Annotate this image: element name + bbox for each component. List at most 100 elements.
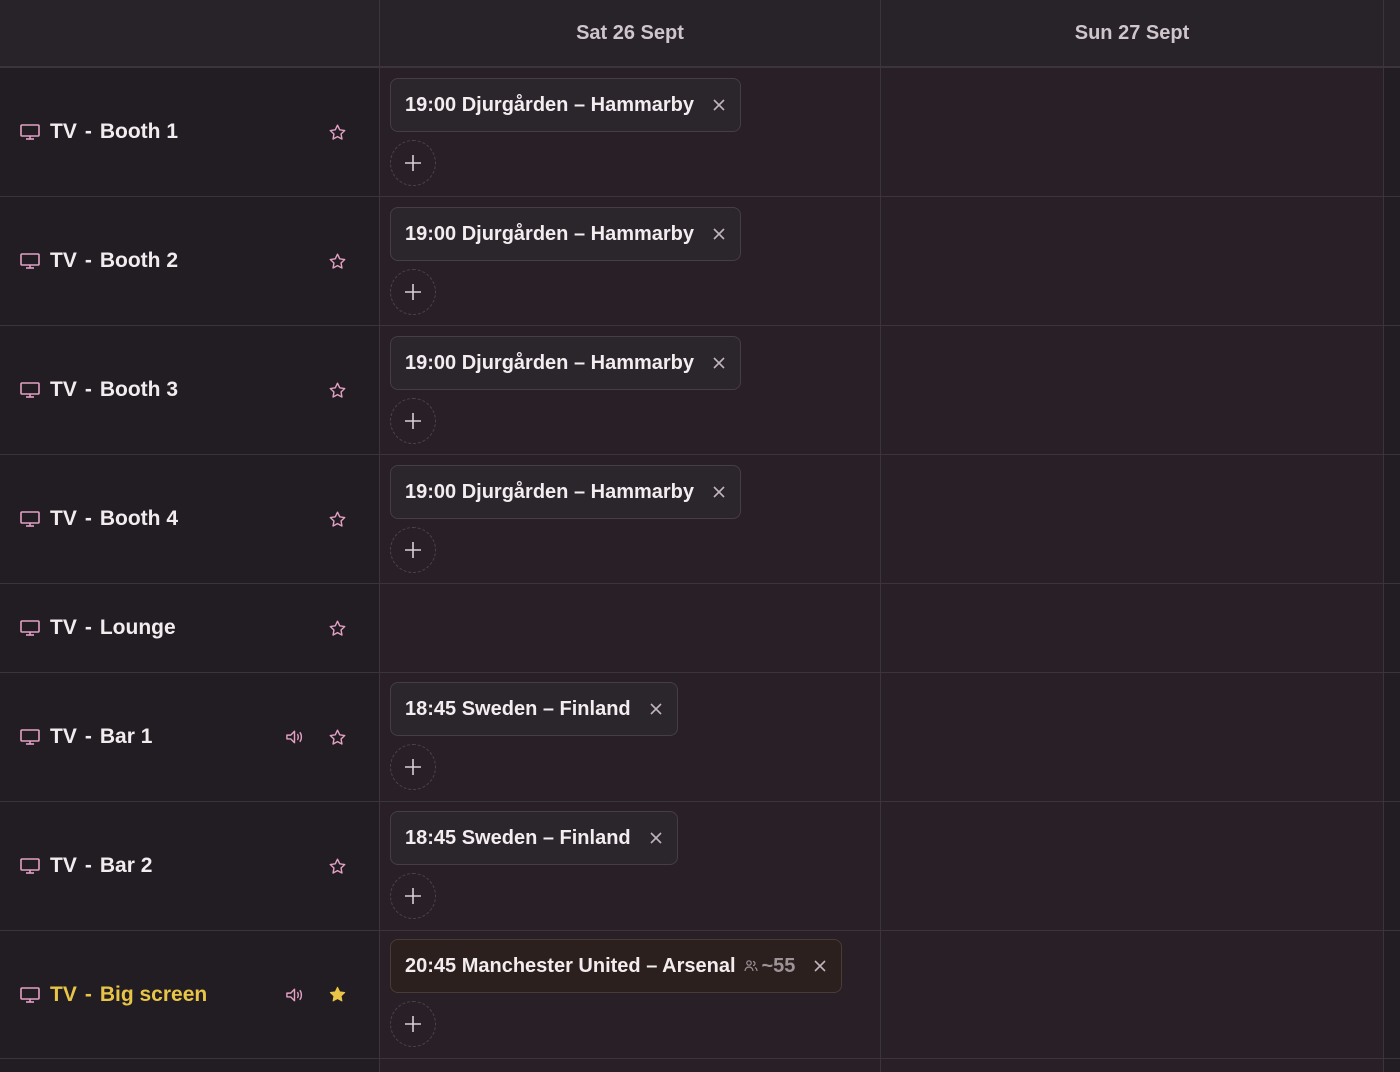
screen-name: TV - Booth 2 bbox=[50, 249, 178, 272]
screen-label-cell: TV - Booth 4 bbox=[0, 455, 380, 583]
column-divider bbox=[1383, 0, 1384, 1072]
screen-label-cell: TV - Big screen bbox=[0, 931, 380, 1058]
screen-label-cell bbox=[0, 1059, 380, 1072]
add-event-button[interactable] bbox=[390, 269, 436, 315]
screen-name: TV - Booth 4 bbox=[50, 507, 178, 530]
screen-row: TV - Lounge bbox=[0, 584, 1400, 673]
monitor-icon bbox=[20, 253, 40, 269]
header-row: Sat 26 Sept Sun 27 Sept bbox=[0, 0, 1400, 68]
star-icon[interactable] bbox=[328, 728, 347, 747]
screen-row: TV - Booth 4 19:00 Djurgården – Hammarby bbox=[0, 455, 1400, 584]
screen-label-cell: TV - Bar 2 bbox=[0, 802, 380, 930]
attendee-count: ~55 bbox=[743, 955, 795, 978]
screen-name: TV - Bar 1 bbox=[50, 725, 153, 748]
monitor-icon bbox=[20, 858, 40, 874]
star-icon[interactable] bbox=[328, 123, 347, 142]
screen-name: TV - Booth 1 bbox=[50, 120, 178, 143]
screen-row: TV - Booth 2 19:00 Djurgården – Hammarby bbox=[0, 197, 1400, 326]
screen-row: TV - Big screen 20:45 Manchester United – … bbox=[0, 931, 1400, 1059]
monitor-icon bbox=[20, 124, 40, 140]
people-icon bbox=[743, 960, 758, 972]
star-icon[interactable] bbox=[328, 985, 347, 1004]
plus-icon bbox=[405, 413, 421, 429]
event-title: 18:45 Sweden – Finland bbox=[405, 826, 631, 849]
screen-row: TV - Bar 2 18:45 Sweden – Finland bbox=[0, 802, 1400, 931]
plus-icon bbox=[405, 1016, 421, 1032]
event-chip[interactable]: 19:00 Djurgården – Hammarby bbox=[390, 78, 742, 132]
add-event-button[interactable] bbox=[390, 744, 436, 790]
speaker-icon[interactable] bbox=[285, 986, 304, 1004]
screen-label-cell: TV - Bar 1 bbox=[0, 673, 380, 801]
event-title: 19:00 Djurgården – Hammarby bbox=[405, 222, 695, 245]
screen-row: TV - Booth 1 19:00 Djurgården – Hammarby bbox=[0, 68, 1400, 197]
day-header-sun: Sun 27 Sept bbox=[1074, 21, 1190, 44]
event-chip[interactable]: 18:45 Sweden – Finland bbox=[390, 811, 678, 865]
event-chip[interactable]: 20:45 Manchester United – Arsenal ~55 bbox=[390, 939, 843, 993]
event-chip[interactable]: 18:45 Sweden – Finland bbox=[390, 682, 678, 736]
add-event-button[interactable] bbox=[390, 1001, 436, 1047]
add-event-button[interactable] bbox=[390, 140, 436, 186]
plus-icon bbox=[405, 284, 421, 300]
close-icon[interactable] bbox=[712, 98, 726, 112]
day-cell[interactable] bbox=[880, 1059, 1384, 1072]
star-icon[interactable] bbox=[328, 510, 347, 529]
star-icon[interactable] bbox=[328, 857, 347, 876]
schedule-grid: Sat 26 Sept Sun 27 Sept TV - Booth 1 19:00… bbox=[0, 0, 1400, 1072]
day-cell[interactable] bbox=[380, 584, 880, 672]
day-cell[interactable] bbox=[880, 326, 1384, 454]
monitor-icon bbox=[20, 511, 40, 527]
add-event-button[interactable] bbox=[390, 873, 436, 919]
column-divider bbox=[379, 0, 380, 1072]
add-event-button[interactable] bbox=[390, 398, 436, 444]
screen-name: TV - Big screen bbox=[50, 982, 208, 1006]
day-header-sat: Sat 26 Sept bbox=[576, 21, 684, 44]
monitor-icon bbox=[20, 729, 40, 745]
plus-icon bbox=[405, 759, 421, 775]
plus-icon bbox=[405, 888, 421, 904]
event-chip[interactable]: 19:00 Djurgården – Hammarby bbox=[390, 207, 742, 261]
event-title: 19:00 Djurgården – Hammarby bbox=[405, 351, 695, 374]
screen-row: TV - Bar 1 18:45 Sweden – Finland bbox=[0, 673, 1400, 802]
star-icon[interactable] bbox=[328, 619, 347, 638]
screen-name: TV - Booth 3 bbox=[50, 378, 178, 401]
screen-row-partial bbox=[0, 1059, 1400, 1072]
event-title: 19:00 Djurgården – Hammarby bbox=[405, 93, 695, 116]
day-cell[interactable] bbox=[880, 673, 1384, 801]
event-chip[interactable]: 19:00 Djurgården – Hammarby bbox=[390, 336, 742, 390]
day-cell[interactable] bbox=[880, 68, 1384, 196]
close-icon[interactable] bbox=[649, 831, 663, 845]
star-icon[interactable] bbox=[328, 252, 347, 271]
day-cell[interactable] bbox=[880, 455, 1384, 583]
plus-icon bbox=[405, 155, 421, 171]
day-cell[interactable] bbox=[380, 1059, 880, 1072]
screen-name: TV - Bar 2 bbox=[50, 854, 153, 877]
screen-label-cell: TV - Booth 1 bbox=[0, 68, 380, 196]
close-icon[interactable] bbox=[712, 227, 726, 241]
star-icon[interactable] bbox=[328, 381, 347, 400]
day-cell[interactable] bbox=[880, 931, 1384, 1058]
screen-name: TV - Lounge bbox=[50, 616, 176, 639]
screen-label-cell: TV - Lounge bbox=[0, 584, 380, 672]
event-chip[interactable]: 19:00 Djurgården – Hammarby bbox=[390, 465, 742, 519]
plus-icon bbox=[405, 542, 421, 558]
header-corner bbox=[0, 0, 380, 66]
day-cell[interactable] bbox=[880, 197, 1384, 325]
add-event-button[interactable] bbox=[390, 527, 436, 573]
monitor-icon bbox=[20, 382, 40, 398]
day-cell[interactable] bbox=[880, 584, 1384, 672]
column-divider bbox=[880, 0, 881, 1072]
screen-row: TV - Booth 3 19:00 Djurgården – Hammarby bbox=[0, 326, 1400, 455]
close-icon[interactable] bbox=[649, 702, 663, 716]
close-icon[interactable] bbox=[712, 356, 726, 370]
screen-label-cell: TV - Booth 2 bbox=[0, 197, 380, 325]
day-cell[interactable] bbox=[880, 802, 1384, 930]
close-icon[interactable] bbox=[813, 959, 827, 973]
event-title: 19:00 Djurgården – Hammarby bbox=[405, 480, 695, 503]
speaker-icon[interactable] bbox=[285, 728, 304, 746]
monitor-icon bbox=[20, 620, 40, 636]
event-title: 18:45 Sweden – Finland bbox=[405, 697, 631, 720]
event-title: 20:45 Manchester United – Arsenal bbox=[405, 954, 736, 977]
screen-label-cell: TV - Booth 3 bbox=[0, 326, 380, 454]
monitor-icon bbox=[20, 986, 40, 1003]
close-icon[interactable] bbox=[712, 485, 726, 499]
